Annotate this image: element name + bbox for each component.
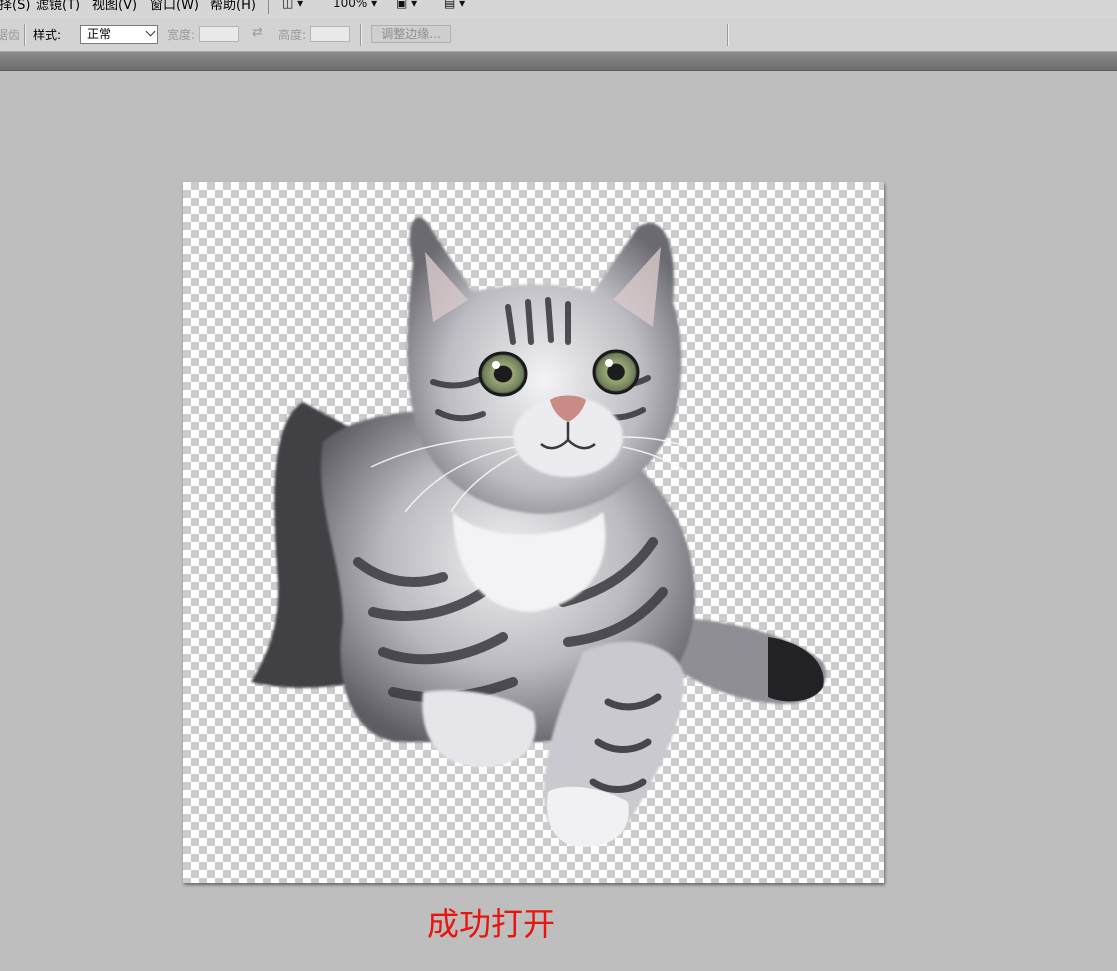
options-separator	[24, 24, 26, 46]
height-field[interactable]	[310, 26, 350, 42]
menubar: 选择(S) 滤镜(T) 视图(V) 窗口(W) 帮助(H) ◫ ▾ 100% ▾…	[0, 0, 1117, 18]
width-field[interactable]	[199, 26, 239, 42]
cat-cutout-image	[251, 217, 827, 847]
swap-icon[interactable]: ⇄	[252, 25, 263, 40]
zoom-level-dropdown[interactable]: 100% ▾	[333, 0, 377, 10]
menu-separator	[268, 0, 269, 14]
chevron-down-icon	[145, 26, 156, 37]
options-bar: 消除锯齿 样式: 正常 宽度: ⇄ 高度: 调整边缘...	[0, 18, 1117, 52]
screen-mode-icon[interactable]: ▣ ▾	[396, 0, 417, 10]
extras-icon[interactable]: ▤ ▾	[444, 0, 465, 10]
style-label: 样式:	[33, 28, 62, 42]
menu-window[interactable]: 窗口(W)	[150, 0, 199, 13]
anti-alias-label: 消除锯齿	[0, 28, 21, 42]
width-label: 宽度:	[167, 28, 196, 42]
menu-view[interactable]: 视图(V)	[92, 0, 137, 13]
options-separator	[360, 24, 362, 46]
menu-filter[interactable]: 滤镜(T)	[36, 0, 80, 13]
refine-edge-button[interactable]: 调整边缘...	[371, 25, 451, 43]
document-tab-strip	[0, 52, 1117, 71]
height-label: 高度:	[278, 28, 307, 42]
style-select[interactable]: 正常	[80, 25, 158, 44]
style-select-value: 正常	[87, 27, 112, 41]
options-separator	[727, 24, 729, 46]
menu-help[interactable]: 帮助(H)	[210, 0, 256, 13]
success-caption: 成功打开	[427, 905, 556, 943]
arrange-documents-icon[interactable]: ◫ ▾	[282, 0, 303, 10]
menu-select[interactable]: 选择(S)	[0, 0, 30, 13]
document-canvas[interactable]	[183, 182, 884, 883]
